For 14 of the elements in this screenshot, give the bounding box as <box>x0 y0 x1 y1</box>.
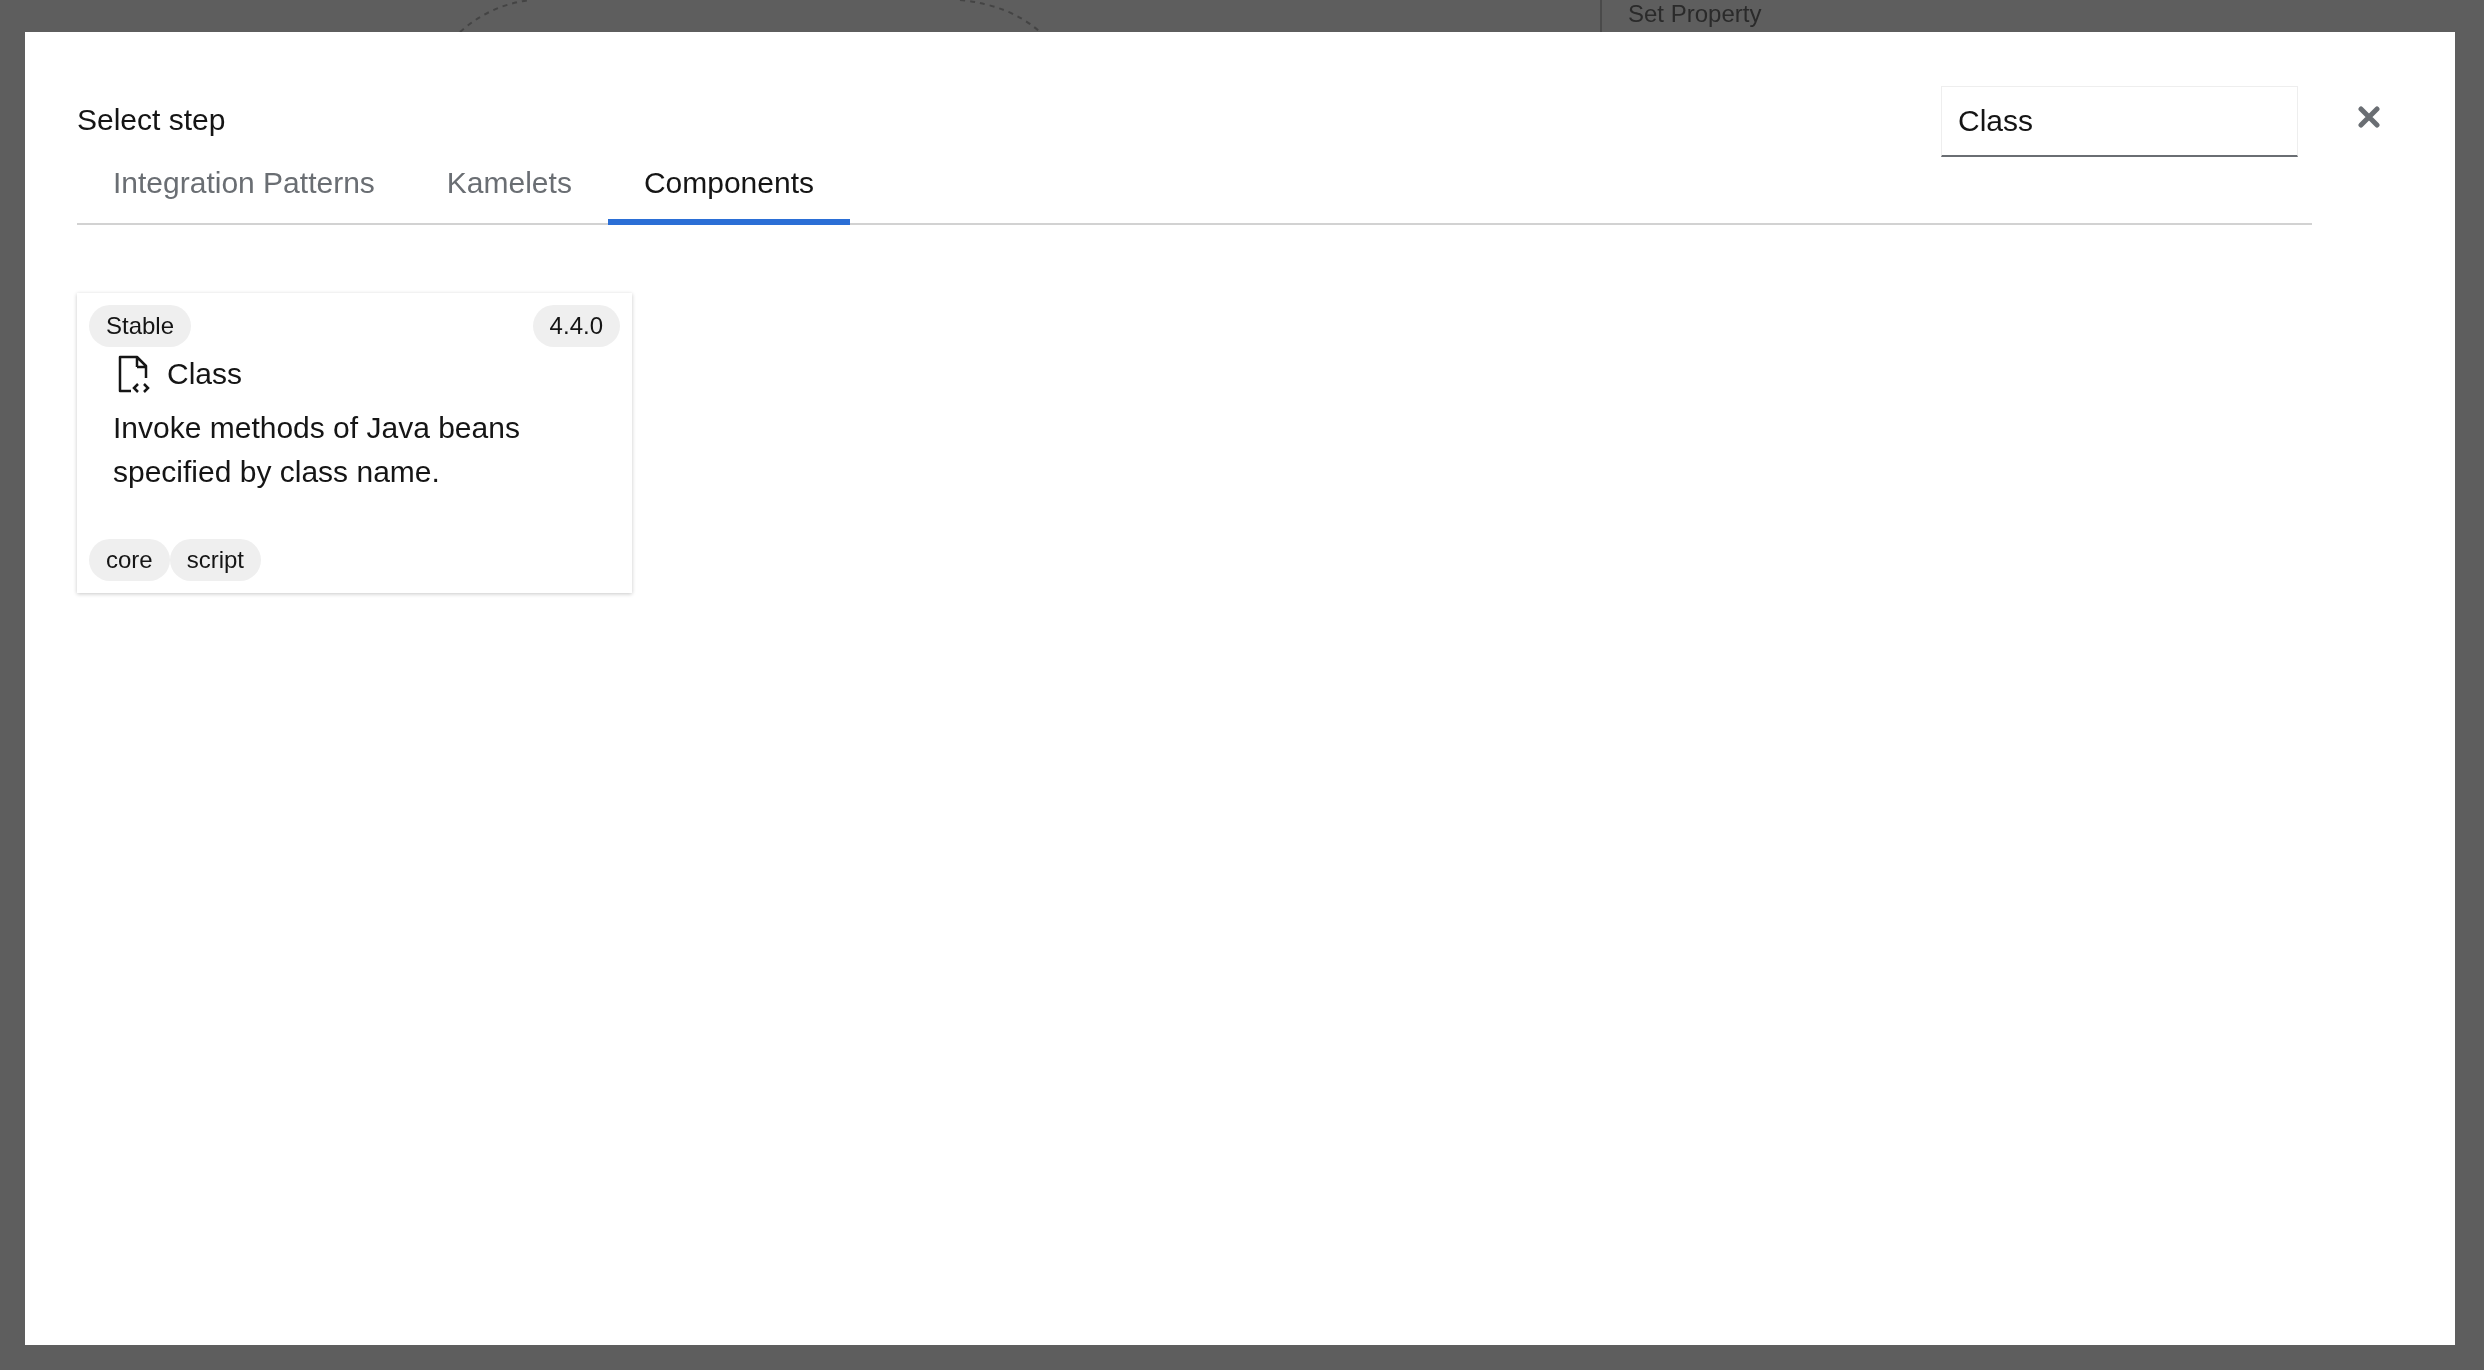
card-title: Class <box>167 356 242 392</box>
tab[interactable]: Components <box>607 150 850 225</box>
version-label: 4.4.0 <box>532 305 620 347</box>
search-field[interactable]: Class <box>1941 86 2298 157</box>
card-description: Invoke methods of Java beans specified by class name. <box>112 410 521 490</box>
code-file-icon <box>117 353 151 394</box>
support-level-label: Stable <box>89 305 192 347</box>
close-icon <box>2358 106 2380 128</box>
tag-label: core <box>89 539 170 581</box>
tab[interactable]: Integration Patterns <box>77 150 411 225</box>
tab[interactable]: Kamelets <box>410 150 608 225</box>
component-card[interactable]: Stable 4.4.0 Class Invoke methods of Java beans specified by class name. core script <box>77 293 632 593</box>
tag-label: script <box>169 539 262 581</box>
dialog-title: Select step <box>77 102 226 138</box>
